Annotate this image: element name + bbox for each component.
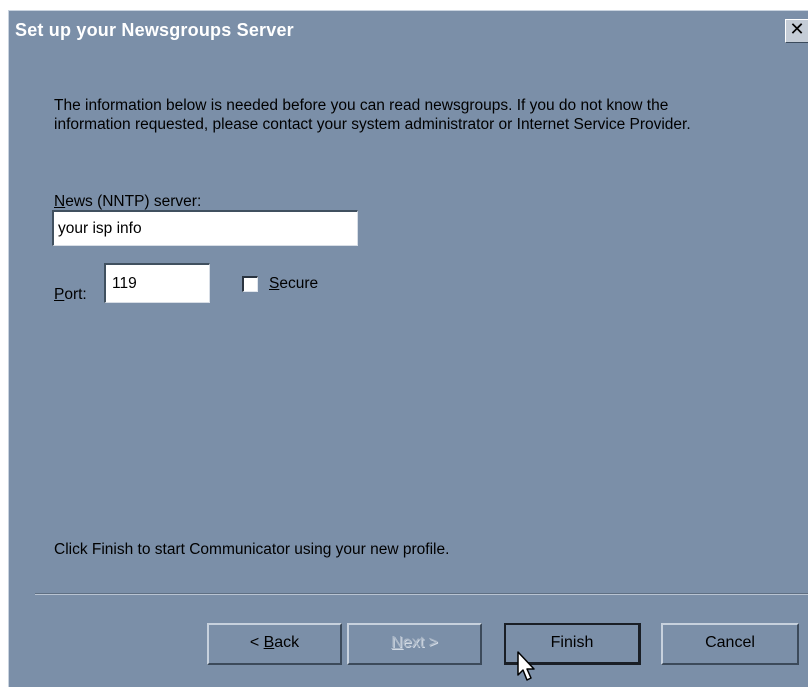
cancel-button[interactable]: Cancel: [661, 623, 799, 665]
intro-text: The information below is needed before y…: [54, 97, 691, 133]
secure-label[interactable]: Secure: [269, 275, 318, 293]
close-button[interactable]: ✕: [785, 19, 808, 43]
dialog-window: Set up your Newsgroups Server ✕ The info…: [8, 10, 808, 687]
next-button[interactable]: Next >: [347, 623, 482, 665]
back-button[interactable]: < Back: [207, 623, 342, 665]
close-icon: ✕: [789, 19, 805, 40]
secure-checkbox[interactable]: [242, 276, 258, 292]
separator: [35, 593, 808, 595]
window-title: Set up your Newsgroups Server: [15, 20, 294, 40]
port-label: Port:: [54, 286, 87, 303]
mouse-pointer-icon: [517, 651, 535, 681]
server-input[interactable]: [52, 210, 358, 246]
port-input[interactable]: [104, 263, 210, 303]
title-bar: Set up your Newsgroups Server ✕: [9, 11, 808, 51]
finish-hint-text: Click Finish to start Communicator using…: [54, 541, 450, 558]
server-label: News (NNTP) server:: [54, 193, 202, 210]
